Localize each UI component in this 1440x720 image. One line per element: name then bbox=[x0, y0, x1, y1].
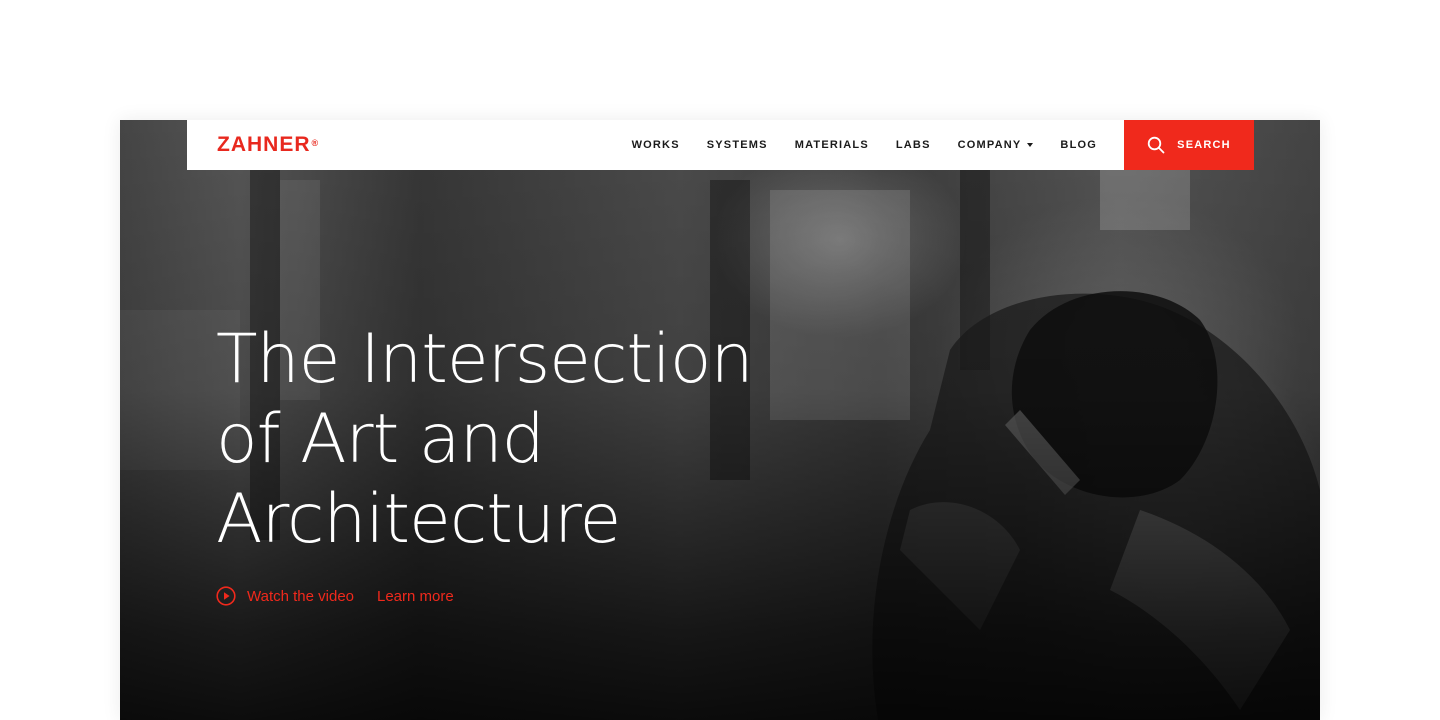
nav-menu: WORKS SYSTEMS MATERIALS LABS COMPANY BLO… bbox=[605, 120, 1097, 170]
watch-video-link[interactable]: Watch the video bbox=[216, 586, 354, 606]
nav-item-works[interactable]: WORKS bbox=[632, 139, 680, 151]
nav-item-label: WORKS bbox=[631, 139, 680, 151]
nav-item-labs[interactable]: LABS bbox=[896, 139, 931, 151]
nav-item-company[interactable]: COMPANY bbox=[958, 139, 1034, 151]
logo-text: ZAHNER bbox=[217, 133, 311, 156]
nav-item-label: SYSTEMS bbox=[706, 139, 768, 151]
watch-video-label: Watch the video bbox=[247, 587, 354, 605]
nav-item-materials[interactable]: MATERIALS bbox=[795, 139, 869, 151]
hero-title-line: Architecture bbox=[216, 480, 621, 559]
hero-title-line: of Art and bbox=[216, 400, 545, 479]
nav-item-label: MATERIALS bbox=[794, 139, 869, 151]
logo-registered-mark: ® bbox=[311, 138, 320, 148]
nav-item-blog[interactable]: BLOG bbox=[1060, 139, 1097, 151]
play-circle-icon bbox=[216, 586, 236, 606]
caret-down-icon bbox=[1027, 143, 1034, 147]
nav-item-label: BLOG bbox=[1060, 139, 1097, 151]
zahner-logo[interactable]: ZAHNER® bbox=[217, 133, 319, 157]
hero-title-line: The Intersection bbox=[216, 320, 754, 399]
nav-item-label: LABS bbox=[895, 139, 931, 151]
page-frame: ZAHNER® WORKS SYSTEMS MATERIALS LABS COM… bbox=[120, 120, 1320, 720]
search-label: SEARCH bbox=[1177, 139, 1231, 151]
top-navbar: ZAHNER® WORKS SYSTEMS MATERIALS LABS COM… bbox=[187, 120, 1124, 170]
nav-item-systems[interactable]: SYSTEMS bbox=[707, 139, 768, 151]
search-icon bbox=[1147, 136, 1165, 154]
hero-actions: Watch the video Learn more bbox=[216, 586, 454, 606]
hero-title: The Intersection of Art and Architecture bbox=[216, 320, 836, 560]
learn-more-link[interactable]: Learn more bbox=[377, 588, 454, 605]
nav-item-label: COMPANY bbox=[957, 139, 1022, 151]
search-button[interactable]: SEARCH bbox=[1124, 120, 1254, 170]
